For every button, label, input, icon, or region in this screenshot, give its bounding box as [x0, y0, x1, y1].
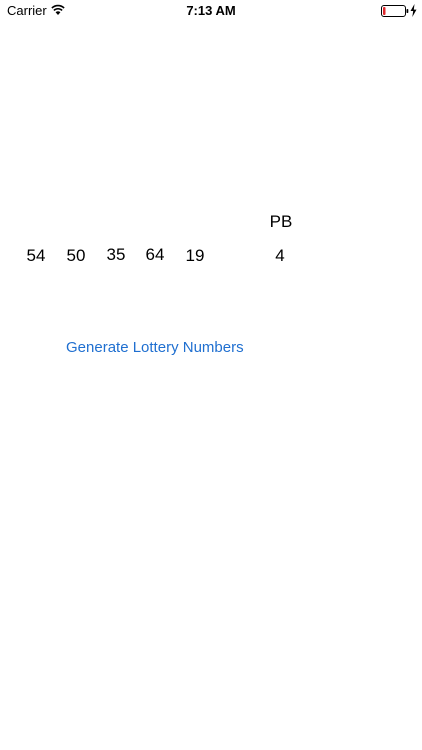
lottery-number-1: 54 — [26, 246, 46, 265]
generate-lottery-numbers-button[interactable]: Generate Lottery Numbers — [58, 336, 252, 360]
lottery-number-2: 50 — [66, 246, 86, 265]
lottery-number-5: 19 — [185, 246, 205, 265]
charging-icon — [410, 4, 417, 17]
status-bar: Carrier 7:13 AM — [0, 0, 422, 22]
battery-icon — [381, 5, 409, 17]
lottery-number-4: 64 — [145, 245, 165, 264]
status-time: 7:13 AM — [186, 3, 236, 18]
lottery-number-3: 35 — [106, 245, 126, 264]
powerball-number: 4 — [275, 246, 285, 265]
powerball-label: PB — [269, 212, 293, 231]
